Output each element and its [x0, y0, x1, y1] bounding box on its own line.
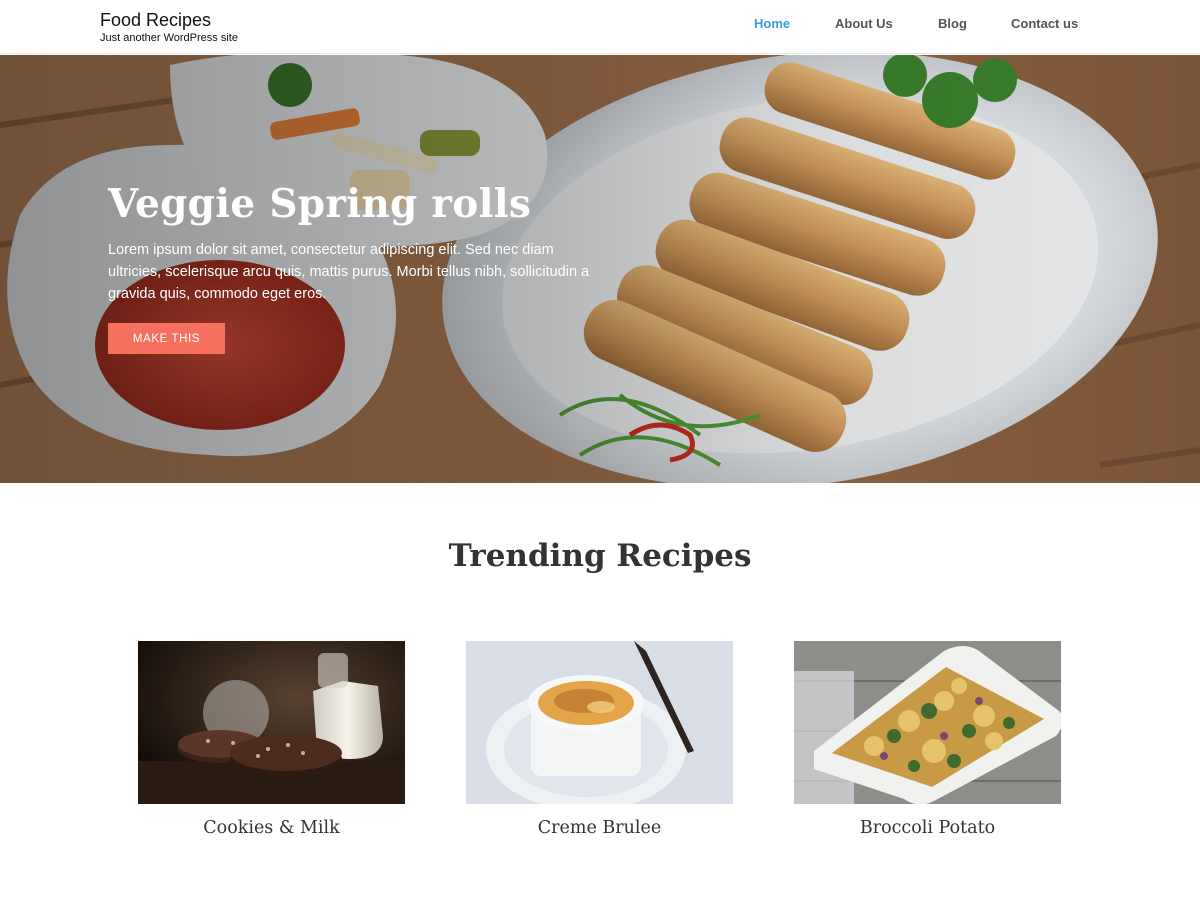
recipe-title-link[interactable]: Cookies & Milk: [138, 816, 405, 840]
trending-recipes-heading: Trending Recipes: [448, 538, 752, 574]
nav-item-home[interactable]: Home: [754, 16, 790, 32]
recipe-title-link[interactable]: Broccoli Potato: [794, 816, 1061, 840]
recipe-card-creme-brulee: Creme Brulee: [466, 641, 733, 851]
make-this-button[interactable]: MAKE THIS: [108, 323, 225, 354]
recipe-card-broccoli-potato: Broccoli Potato: [794, 641, 1061, 851]
recipe-card-cookies-milk: Cookies & Milk: [138, 641, 405, 851]
broccoli-potato-photo[interactable]: [794, 641, 1061, 804]
hero-content: Veggie Spring rolls Lorem ipsum dolor si…: [108, 181, 608, 305]
recipe-title-link[interactable]: Creme Brulee: [466, 816, 733, 840]
cookies-milk-photo[interactable]: [138, 641, 405, 804]
site-header: Food Recipes Just another WordPress site…: [0, 0, 1200, 54]
hero-title: Veggie Spring rolls: [108, 181, 532, 227]
creme-brulee-photo[interactable]: [466, 641, 733, 804]
nav-item-blog[interactable]: Blog: [938, 16, 967, 32]
hero-banner: Veggie Spring rolls Lorem ipsum dolor si…: [0, 55, 1200, 483]
nav-item-contact-us[interactable]: Contact us: [1011, 16, 1078, 32]
nav-item-about-us[interactable]: About Us: [835, 16, 893, 32]
hero-description: Lorem ipsum dolor sit amet, consectetur …: [108, 242, 590, 302]
main-navigation: Home About Us Blog Contact us: [0, 16, 1200, 36]
